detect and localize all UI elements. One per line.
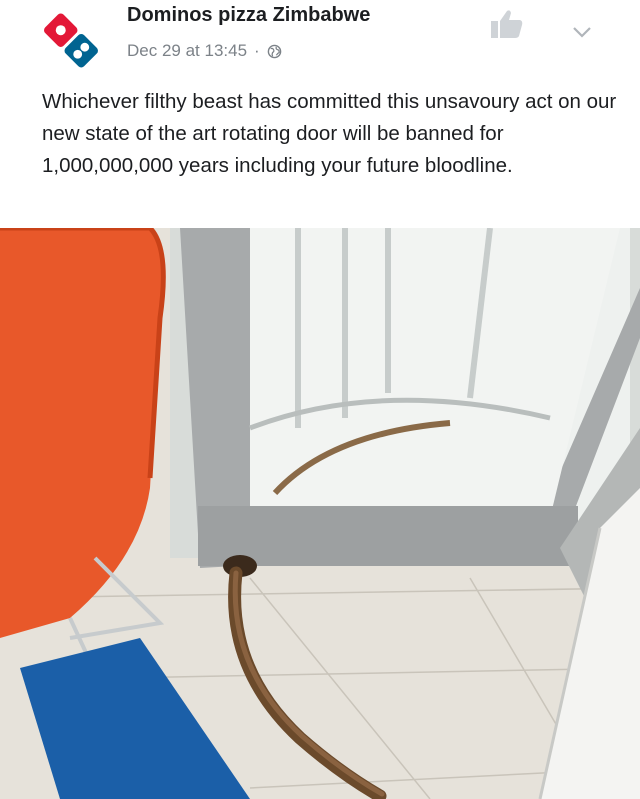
post-text: Whichever filthy beast has committed thi… bbox=[42, 90, 617, 177]
post-header: Dominos pizza Zimbabwe Dec 29 at 13:45 · bbox=[0, 0, 640, 80]
post-meta: Dec 29 at 13:45 · bbox=[127, 41, 282, 61]
post-photo[interactable] bbox=[0, 228, 640, 799]
chevron-down-icon[interactable] bbox=[571, 24, 593, 40]
meta-separator: · bbox=[254, 41, 260, 60]
page-name[interactable]: Dominos pizza Zimbabwe bbox=[127, 4, 370, 27]
globe-icon bbox=[267, 44, 281, 58]
post-timestamp[interactable]: Dec 29 at 13:45 bbox=[127, 41, 247, 61]
dominos-logo[interactable] bbox=[40, 4, 114, 72]
thumbs-up-icon[interactable] bbox=[489, 8, 525, 40]
